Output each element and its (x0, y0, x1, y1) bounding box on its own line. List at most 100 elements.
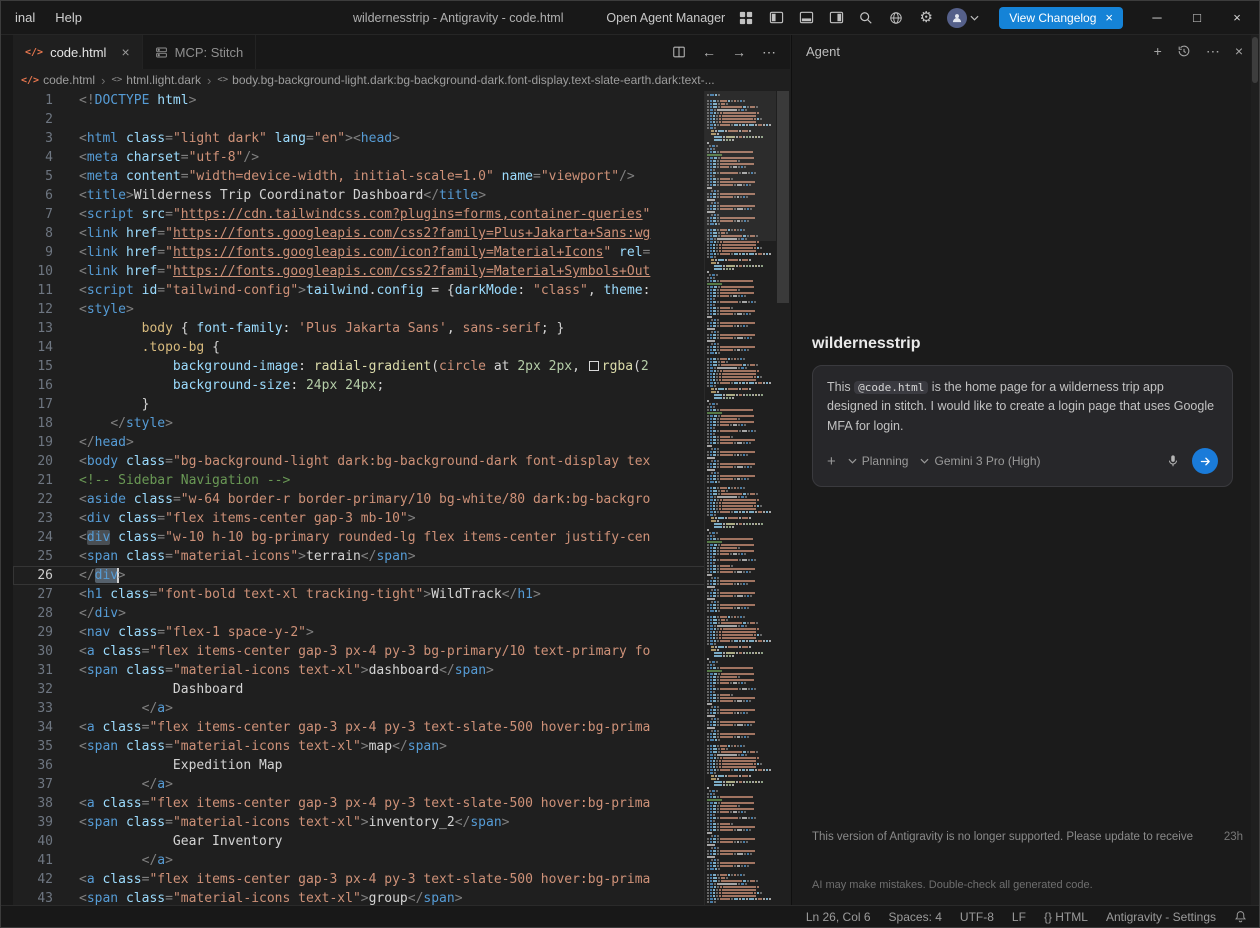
line-number[interactable]: 30 (13, 642, 53, 661)
code-line[interactable]: 2 (13, 110, 776, 129)
line-number[interactable]: 12 (13, 300, 53, 319)
code-line[interactable]: 41 </a> (13, 851, 776, 870)
code-line[interactable]: 14 .topo-bg { (13, 338, 776, 357)
code-line[interactable]: 24<div class="w-10 h-10 bg-primary round… (13, 528, 776, 547)
code-line[interactable]: 19</head> (13, 433, 776, 452)
line-number[interactable]: 6 (13, 186, 53, 205)
code-line[interactable]: 3<html class="light dark" lang="en"><hea… (13, 129, 776, 148)
settings-gear-icon[interactable]: ⚙ (917, 9, 935, 27)
line-number[interactable]: 18 (13, 414, 53, 433)
editor-scrollbar[interactable] (776, 91, 790, 905)
code-line[interactable]: 34<a class="flex items-center gap-3 px-4… (13, 718, 776, 737)
line-number[interactable]: 35 (13, 737, 53, 756)
code-line[interactable]: 31<span class="material-icons text-xl">d… (13, 661, 776, 680)
line-number[interactable]: 7 (13, 205, 53, 224)
breadcrumb-item-file[interactable]: </> code.html (21, 73, 95, 87)
breadcrumb-item-html[interactable]: <> html.light.dark (111, 73, 201, 87)
code-line[interactable]: 21<!-- Sidebar Navigation --> (13, 471, 776, 490)
code-line[interactable]: 29<nav class="flex-1 space-y-2"> (13, 623, 776, 642)
code-line[interactable]: 12<style> (13, 300, 776, 319)
panel-scrollbar-thumb[interactable] (1252, 37, 1258, 83)
line-number[interactable]: 2 (13, 110, 53, 129)
code-line[interactable]: 16 background-size: 24px 24px; (13, 376, 776, 395)
encoding[interactable]: UTF-8 (960, 910, 994, 924)
mic-icon[interactable] (1166, 454, 1180, 468)
code-line[interactable]: 27<h1 class="font-bold text-xl tracking-… (13, 585, 776, 604)
line-number[interactable]: 27 (13, 585, 53, 604)
agent-manager-grid-icon[interactable] (737, 9, 755, 27)
minimap[interactable] (704, 91, 776, 905)
color-swatch[interactable] (589, 361, 599, 371)
line-number[interactable]: 41 (13, 851, 53, 870)
line-number[interactable]: 29 (13, 623, 53, 642)
search-icon[interactable] (857, 9, 875, 27)
line-number[interactable]: 5 (13, 167, 53, 186)
line-number[interactable]: 32 (13, 680, 53, 699)
code-line[interactable]: 33 </a> (13, 699, 776, 718)
code-line[interactable]: 43<span class="material-icons text-xl">g… (13, 889, 776, 905)
prompt-card[interactable]: This @code.html is the home page for a w… (812, 365, 1233, 487)
navigate-back-icon[interactable]: ← (702, 44, 716, 60)
layout-panel-left-icon[interactable] (767, 9, 785, 27)
more-actions-icon[interactable]: ⋯ (762, 44, 776, 61)
code-line[interactable]: 1<!DOCTYPE html> (13, 91, 776, 110)
line-number[interactable]: 13 (13, 319, 53, 338)
line-number[interactable]: 16 (13, 376, 53, 395)
open-agent-manager-button[interactable]: Open Agent Manager (606, 11, 725, 25)
add-context-button[interactable]: + (827, 453, 836, 470)
code-line[interactable]: 18 </style> (13, 414, 776, 433)
code-editor[interactable]: 1<!DOCTYPE html>23<html class="light dar… (1, 91, 790, 905)
close-tab-icon[interactable]: × (121, 44, 129, 60)
code-line[interactable]: 38<a class="flex items-center gap-3 px-4… (13, 794, 776, 813)
line-number[interactable]: 14 (13, 338, 53, 357)
tab-code-html[interactable]: </> code.html × (13, 35, 143, 69)
language-mode[interactable]: {} HTML (1044, 910, 1088, 924)
model-selector[interactable]: Gemini 3 Pro (High) (920, 454, 1040, 468)
view-changelog-button[interactable]: View Changelog × (999, 7, 1123, 29)
line-number[interactable]: 28 (13, 604, 53, 623)
scrollbar-thumb[interactable] (777, 91, 789, 303)
code-line[interactable]: 28</div> (13, 604, 776, 623)
line-number[interactable]: 17 (13, 395, 53, 414)
line-number[interactable]: 23 (13, 509, 53, 528)
code-line[interactable]: 8<link href="https://fonts.googleapis.co… (13, 224, 776, 243)
menu-item-help[interactable]: Help (55, 10, 82, 25)
code-line[interactable]: 26</div> (13, 566, 776, 585)
menu-item-terminal[interactable]: inal (15, 10, 35, 25)
send-button[interactable] (1192, 448, 1218, 474)
minimize-button[interactable]: ─ (1143, 10, 1171, 25)
code-line[interactable]: 32 Dashboard (13, 680, 776, 699)
code-line[interactable]: 6<title>Wilderness Trip Coordinator Dash… (13, 186, 776, 205)
code-line[interactable]: 10<link href="https://fonts.googleapis.c… (13, 262, 776, 281)
code-line[interactable]: 5<meta content="width=device-width, init… (13, 167, 776, 186)
dismiss-changelog-icon[interactable]: × (1105, 11, 1113, 24)
line-number[interactable]: 19 (13, 433, 53, 452)
code-line[interactable]: 39<span class="material-icons text-xl">i… (13, 813, 776, 832)
line-number[interactable]: 3 (13, 129, 53, 148)
breadcrumb-item-body[interactable]: <> body.bg-background-light.dark:bg-back… (217, 73, 714, 87)
navigate-forward-icon[interactable]: → (732, 44, 746, 60)
panel-scrollbar[interactable] (1251, 35, 1259, 905)
line-number[interactable]: 22 (13, 490, 53, 509)
maximize-button[interactable]: □ (1183, 10, 1211, 25)
close-panel-icon[interactable]: × (1235, 43, 1243, 59)
code-line[interactable]: 40 Gear Inventory (13, 832, 776, 851)
code-line[interactable]: 9<link href="https://fonts.googleapis.co… (13, 243, 776, 262)
code-line[interactable]: 20<body class="bg-background-light dark:… (13, 452, 776, 471)
code-line[interactable]: 22<aside class="w-64 border-r border-pri… (13, 490, 776, 509)
line-number[interactable]: 24 (13, 528, 53, 547)
code-line[interactable]: 25<span class="material-icons">terrain</… (13, 547, 776, 566)
bell-icon[interactable] (1234, 910, 1247, 923)
indentation[interactable]: Spaces: 4 (889, 910, 942, 924)
line-number[interactable]: 39 (13, 813, 53, 832)
line-number[interactable]: 40 (13, 832, 53, 851)
account-menu[interactable] (947, 8, 979, 28)
line-number[interactable]: 38 (13, 794, 53, 813)
line-number[interactable]: 31 (13, 661, 53, 680)
code-line[interactable]: 17 } (13, 395, 776, 414)
line-number[interactable]: 25 (13, 547, 53, 566)
line-number[interactable]: 33 (13, 699, 53, 718)
code-line[interactable]: 4<meta charset="utf-8"/> (13, 148, 776, 167)
line-number[interactable]: 4 (13, 148, 53, 167)
split-editor-icon[interactable] (672, 45, 686, 59)
